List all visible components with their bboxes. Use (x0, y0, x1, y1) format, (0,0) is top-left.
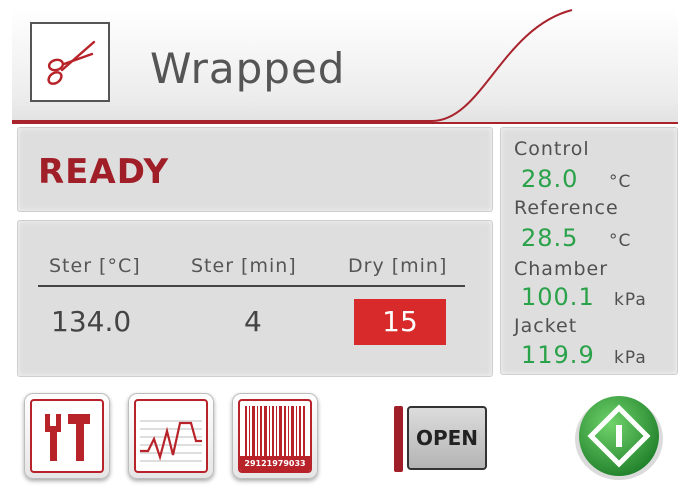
cycle-parameters-panel: Ster [°C] Ster [min] Dry [min] 134.0 4 1… (17, 220, 493, 377)
reference-unit: °C (609, 231, 632, 251)
ster-time-value[interactable]: 4 (244, 305, 262, 338)
dry-time-value-box[interactable]: 15 (354, 299, 446, 345)
graph-button-face (134, 399, 208, 473)
parameters-divider (38, 285, 465, 287)
settings-button[interactable] (24, 393, 110, 479)
barcode-button[interactable]: 29121979033 (232, 393, 318, 479)
jacket-label: Jacket (514, 315, 578, 337)
chamber-unit: kPa (614, 290, 647, 310)
scissors-icon (47, 40, 96, 85)
program-icon-button[interactable] (30, 22, 110, 102)
graph-icon (140, 420, 202, 462)
tools-icon (45, 414, 90, 461)
ster-time-header: Ster [min] (191, 255, 297, 277)
open-door-button[interactable]: OPEN (407, 406, 487, 470)
readings-panel: Control 28.0 °C Reference 28.5 °C Chambe… (500, 127, 678, 375)
control-value: 28.0 (521, 165, 579, 193)
start-icon (575, 396, 663, 480)
chamber-label: Chamber (514, 258, 609, 280)
reference-label: Reference (514, 197, 619, 219)
sterilizer-screen: Wrapped READY Ster [°C] Ster [min] Dry [… (0, 0, 688, 488)
barcode-number-strip: 29121979033 (240, 456, 310, 471)
barcode-number: 29121979033 (244, 459, 306, 468)
status-panel: READY (17, 127, 493, 212)
chamber-value: 100.1 (521, 283, 595, 311)
settings-button-face (30, 399, 104, 473)
jacket-value: 119.9 (521, 341, 595, 369)
dry-time-value: 15 (382, 305, 418, 338)
program-header: Wrapped (12, 8, 678, 124)
control-label: Control (514, 138, 590, 160)
ster-temp-header: Ster [°C] (49, 255, 141, 277)
status-text: READY (38, 152, 170, 192)
ster-temp-value[interactable]: 134.0 (51, 305, 131, 338)
barcode-icon (245, 406, 305, 456)
graph-button[interactable] (128, 393, 214, 479)
open-door-label: OPEN (415, 426, 479, 450)
dry-time-header: Dry [min] (348, 255, 448, 277)
program-title: Wrapped (150, 44, 346, 93)
reference-value: 28.5 (521, 224, 579, 252)
start-cycle-button[interactable] (572, 392, 666, 482)
door-status-indicator (394, 406, 403, 472)
barcode-button-face: 29121979033 (238, 399, 312, 473)
jacket-unit: kPa (614, 348, 647, 368)
control-unit: °C (609, 172, 632, 192)
